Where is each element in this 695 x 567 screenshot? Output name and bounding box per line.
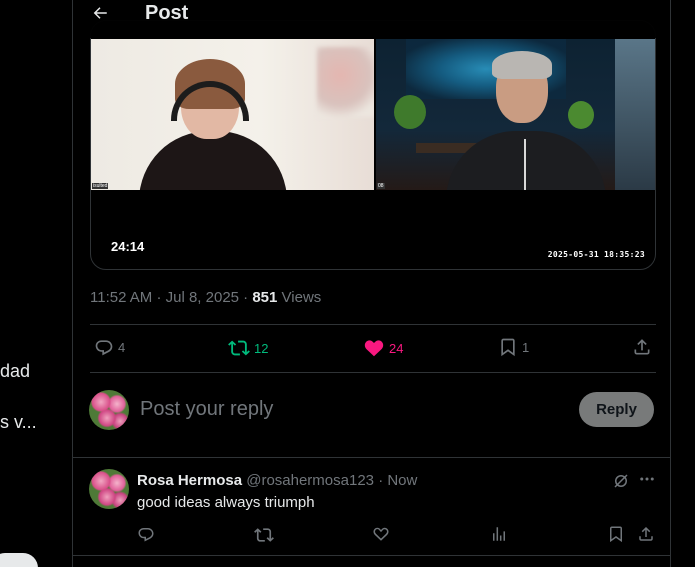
reply-like-button[interactable] <box>372 525 390 548</box>
video-tag-left: isulted <box>92 183 109 189</box>
reply-count: 4 <box>118 339 126 355</box>
reply-icon <box>95 340 113 356</box>
plant-right <box>568 101 594 129</box>
window-view <box>615 39 655 190</box>
divider <box>73 457 670 458</box>
sidebar-account-button[interactable] <box>0 553 38 567</box>
reply-bookmark-button[interactable] <box>607 525 625 548</box>
video-duration: 24:14 <box>111 239 145 254</box>
wall-painting <box>317 47 374 117</box>
reply-views-button[interactable] <box>490 525 508 548</box>
header-bar: Post <box>73 0 670 38</box>
reply-time[interactable]: · Now <box>378 472 417 489</box>
reply-input[interactable]: Post your reply <box>140 398 273 421</box>
reply-author-handle[interactable]: @rosahermosa123 <box>246 472 374 489</box>
bookmark-icon <box>610 526 622 543</box>
reply-button[interactable]: Reply <box>579 392 654 427</box>
post-date[interactable]: Jul 8, 2025 <box>166 289 239 306</box>
video-tag-right: 08 <box>377 183 385 189</box>
post-column: Post isulted 08 24:14 2025-05-31 18:35:2… <box>72 0 671 567</box>
reply-author-avatar[interactable] <box>89 469 129 509</box>
bookmark-count: 1 <box>522 339 530 355</box>
video-timestamp: 2025-05-31 18:35:23 <box>547 250 645 259</box>
avatar[interactable] <box>89 390 129 430</box>
meta-separator: · <box>156 289 162 306</box>
divider <box>90 372 656 373</box>
repost-icon <box>228 340 250 356</box>
avatar-image <box>89 390 129 430</box>
post-time[interactable]: 11:52 AM <box>90 289 152 306</box>
share-icon <box>634 339 650 355</box>
divider <box>90 324 656 325</box>
views-count: 851 <box>252 289 278 306</box>
bookmark-action[interactable]: 1 <box>498 337 529 357</box>
share-icon <box>639 526 653 541</box>
more-icon[interactable] <box>638 470 656 493</box>
post-action-bar: 4 12 24 1 <box>90 327 656 371</box>
video-frame-right: 08 <box>376 39 655 190</box>
grok-icon[interactable] <box>612 472 630 495</box>
bookmark-icon <box>501 338 515 357</box>
plant-left <box>394 95 426 129</box>
video-frame-left: isulted <box>91 39 374 190</box>
sidebar-fragment-1: dad <box>0 361 31 381</box>
like-count: 24 <box>389 340 404 356</box>
reply-reply-button[interactable] <box>137 525 155 548</box>
views-label: Views <box>281 289 322 306</box>
jacket-zip <box>524 139 526 190</box>
reply-icon <box>138 528 154 542</box>
reply-share-button[interactable] <box>637 525 655 548</box>
heart-filled-icon <box>364 340 384 357</box>
heart-icon <box>373 527 389 541</box>
video-player[interactable]: isulted 08 24:14 2025-05-31 18:35:23 <box>90 20 656 270</box>
page-title: Post <box>145 2 189 24</box>
reply-author-name[interactable]: Rosa Hermosa <box>137 472 242 489</box>
reply-header: Rosa Hermosa @rosahermosa123 · Now <box>137 472 417 489</box>
share-action[interactable] <box>632 337 652 357</box>
analytics-icon <box>493 527 505 541</box>
repost-action[interactable]: 12 <box>228 337 268 359</box>
repost-count: 12 <box>254 340 269 356</box>
avatar-image <box>89 469 129 509</box>
speaker-right-hair <box>492 51 552 79</box>
meta-separator-2: · <box>243 289 249 306</box>
post-meta: 11:52 AM · Jul 8, 2025 · 851 Views <box>90 289 321 306</box>
back-arrow-icon[interactable] <box>87 0 113 26</box>
reply-action[interactable]: 4 <box>94 337 125 357</box>
speaker-right-body <box>446 131 606 190</box>
reply-text: good ideas always triumph <box>137 494 315 511</box>
repost-icon <box>254 528 274 542</box>
like-action[interactable]: 24 <box>363 337 403 359</box>
divider <box>73 555 670 556</box>
sidebar-fragment-2: s v... <box>0 412 37 432</box>
speaker-left-body <box>139 131 287 190</box>
reply-repost-button[interactable] <box>254 525 274 550</box>
